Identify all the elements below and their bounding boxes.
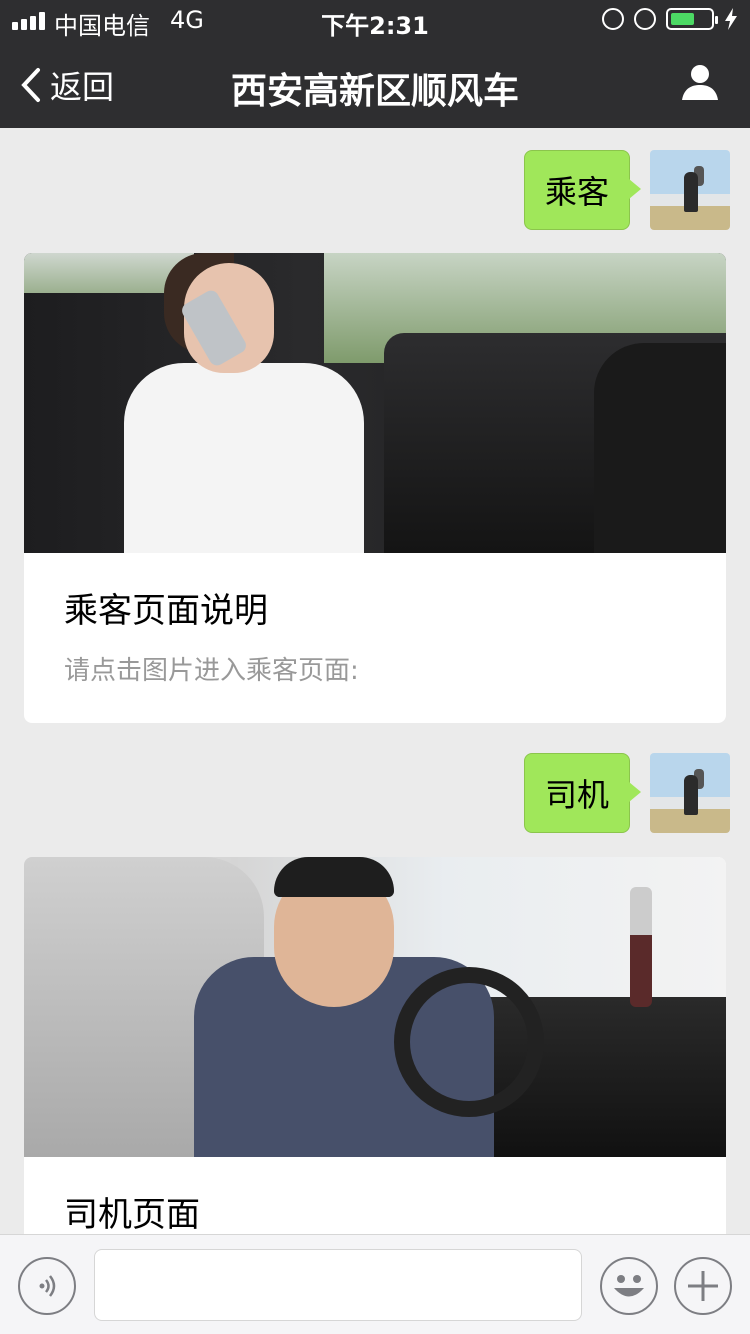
- message-outgoing: 司机: [523, 753, 730, 833]
- card-title: 乘客页面说明: [64, 591, 268, 631]
- page-title: 西安高新区顺风车: [230, 71, 519, 112]
- card-title: 司机页面: [64, 1195, 200, 1234]
- plus-button[interactable]: [674, 1257, 732, 1315]
- chat-area[interactable]: 乘客 乘客页面说明 请点击图片进入乘客页面: 司机 司机页面: [0, 128, 750, 1234]
- message-bubble[interactable]: 司机: [523, 753, 642, 833]
- card-description: 请点击图片进入乘客页面:: [64, 656, 359, 686]
- plus-icon: [688, 1271, 718, 1301]
- rotation-lock-icon: [602, 8, 624, 30]
- article-card[interactable]: 乘客页面说明 请点击图片进入乘客页面:: [24, 253, 726, 723]
- article-card[interactable]: 司机页面: [24, 857, 726, 1234]
- nav-bar: 返回 西安高新区顺风车: [0, 40, 750, 128]
- input-bar: [0, 1234, 750, 1334]
- emoji-button[interactable]: [600, 1257, 658, 1315]
- charging-icon: [725, 8, 737, 30]
- message-outgoing: 乘客: [523, 150, 730, 230]
- message-bubble[interactable]: 乘客: [523, 150, 642, 230]
- voice-button[interactable]: [18, 1257, 76, 1315]
- alarm-icon: [634, 8, 656, 30]
- user-icon[interactable]: [680, 62, 720, 102]
- status-bar: 中国电信 4G 下午2:31: [0, 0, 750, 40]
- message-input[interactable]: [94, 1249, 582, 1321]
- card-image-passenger[interactable]: [24, 253, 726, 553]
- top-bar: 中国电信 4G 下午2:31 返回 西安高新区顺风车: [0, 0, 750, 128]
- avatar[interactable]: [650, 150, 730, 230]
- emoji-icon: [614, 1275, 644, 1297]
- avatar[interactable]: [650, 753, 730, 833]
- voice-icon: [39, 1275, 56, 1297]
- battery-icon: [666, 8, 718, 30]
- card-image-driver[interactable]: [24, 857, 726, 1157]
